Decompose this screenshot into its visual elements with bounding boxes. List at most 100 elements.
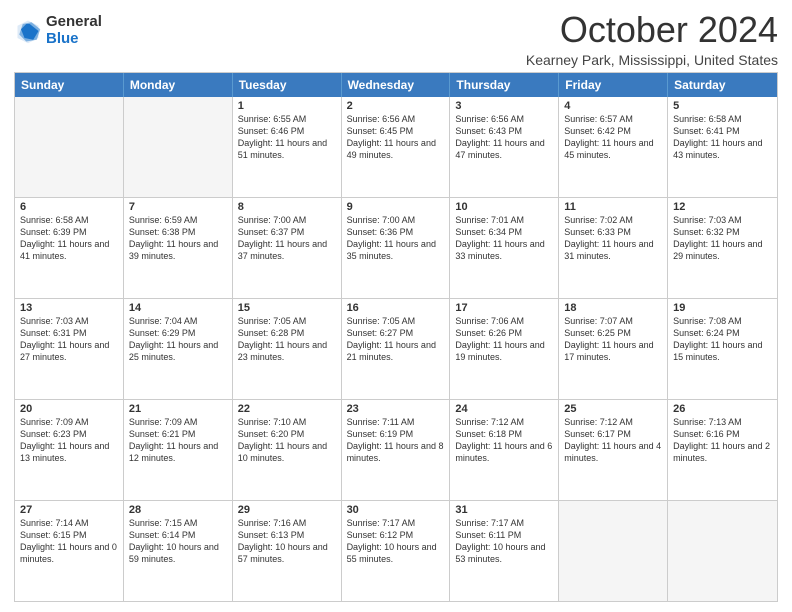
calendar-cell-1-3: 9Sunrise: 7:00 AM Sunset: 6:36 PM Daylig… (342, 198, 451, 298)
logo-text: General Blue (46, 14, 102, 47)
cell-info: Sunrise: 7:12 AM Sunset: 6:17 PM Dayligh… (564, 416, 662, 465)
cell-info: Sunrise: 7:07 AM Sunset: 6:25 PM Dayligh… (564, 315, 662, 364)
calendar-cell-4-1: 28Sunrise: 7:15 AM Sunset: 6:14 PM Dayli… (124, 501, 233, 601)
day-number: 31 (455, 504, 553, 516)
cell-info: Sunrise: 7:09 AM Sunset: 6:23 PM Dayligh… (20, 416, 118, 465)
calendar-cell-2-4: 17Sunrise: 7:06 AM Sunset: 6:26 PM Dayli… (450, 299, 559, 399)
header-day-monday: Monday (124, 73, 233, 97)
day-number: 28 (129, 504, 227, 516)
day-number: 16 (347, 302, 445, 314)
cell-info: Sunrise: 6:55 AM Sunset: 6:46 PM Dayligh… (238, 113, 336, 162)
calendar-cell-3-1: 21Sunrise: 7:09 AM Sunset: 6:21 PM Dayli… (124, 400, 233, 500)
calendar-cell-0-5: 4Sunrise: 6:57 AM Sunset: 6:42 PM Daylig… (559, 97, 668, 197)
cell-info: Sunrise: 7:05 AM Sunset: 6:28 PM Dayligh… (238, 315, 336, 364)
day-number: 5 (673, 100, 772, 112)
page: General Blue October 2024 Kearney Park, … (0, 0, 792, 612)
day-number: 25 (564, 403, 662, 415)
day-number: 21 (129, 403, 227, 415)
day-number: 3 (455, 100, 553, 112)
calendar-cell-4-6 (668, 501, 777, 601)
calendar-row-0: 1Sunrise: 6:55 AM Sunset: 6:46 PM Daylig… (15, 97, 777, 198)
logo-general-text: General (46, 14, 102, 31)
calendar-cell-1-2: 8Sunrise: 7:00 AM Sunset: 6:37 PM Daylig… (233, 198, 342, 298)
header-day-sunday: Sunday (15, 73, 124, 97)
day-number: 13 (20, 302, 118, 314)
cell-info: Sunrise: 7:08 AM Sunset: 6:24 PM Dayligh… (673, 315, 772, 364)
cell-info: Sunrise: 6:58 AM Sunset: 6:39 PM Dayligh… (20, 214, 118, 263)
header-day-wednesday: Wednesday (342, 73, 451, 97)
day-number: 1 (238, 100, 336, 112)
calendar-cell-3-6: 26Sunrise: 7:13 AM Sunset: 6:16 PM Dayli… (668, 400, 777, 500)
day-number: 26 (673, 403, 772, 415)
calendar-cell-1-6: 12Sunrise: 7:03 AM Sunset: 6:32 PM Dayli… (668, 198, 777, 298)
calendar: SundayMondayTuesdayWednesdayThursdayFrid… (14, 72, 778, 602)
calendar-body: 1Sunrise: 6:55 AM Sunset: 6:46 PM Daylig… (15, 97, 777, 601)
cell-info: Sunrise: 6:56 AM Sunset: 6:45 PM Dayligh… (347, 113, 445, 162)
calendar-row-4: 27Sunrise: 7:14 AM Sunset: 6:15 PM Dayli… (15, 501, 777, 601)
calendar-cell-4-0: 27Sunrise: 7:14 AM Sunset: 6:15 PM Dayli… (15, 501, 124, 601)
month-title: October 2024 (526, 10, 778, 50)
logo-blue-text: Blue (46, 31, 102, 48)
cell-info: Sunrise: 7:14 AM Sunset: 6:15 PM Dayligh… (20, 517, 118, 566)
calendar-row-2: 13Sunrise: 7:03 AM Sunset: 6:31 PM Dayli… (15, 299, 777, 400)
header-day-saturday: Saturday (668, 73, 777, 97)
calendar-cell-2-3: 16Sunrise: 7:05 AM Sunset: 6:27 PM Dayli… (342, 299, 451, 399)
calendar-cell-2-2: 15Sunrise: 7:05 AM Sunset: 6:28 PM Dayli… (233, 299, 342, 399)
calendar-cell-0-3: 2Sunrise: 6:56 AM Sunset: 6:45 PM Daylig… (342, 97, 451, 197)
calendar-cell-2-0: 13Sunrise: 7:03 AM Sunset: 6:31 PM Dayli… (15, 299, 124, 399)
day-number: 6 (20, 201, 118, 213)
day-number: 15 (238, 302, 336, 314)
day-number: 19 (673, 302, 772, 314)
calendar-cell-2-6: 19Sunrise: 7:08 AM Sunset: 6:24 PM Dayli… (668, 299, 777, 399)
cell-info: Sunrise: 6:58 AM Sunset: 6:41 PM Dayligh… (673, 113, 772, 162)
calendar-row-3: 20Sunrise: 7:09 AM Sunset: 6:23 PM Dayli… (15, 400, 777, 501)
calendar-cell-4-4: 31Sunrise: 7:17 AM Sunset: 6:11 PM Dayli… (450, 501, 559, 601)
cell-info: Sunrise: 7:05 AM Sunset: 6:27 PM Dayligh… (347, 315, 445, 364)
header-day-tuesday: Tuesday (233, 73, 342, 97)
cell-info: Sunrise: 7:17 AM Sunset: 6:12 PM Dayligh… (347, 517, 445, 566)
calendar-cell-1-4: 10Sunrise: 7:01 AM Sunset: 6:34 PM Dayli… (450, 198, 559, 298)
day-number: 10 (455, 201, 553, 213)
calendar-row-1: 6Sunrise: 6:58 AM Sunset: 6:39 PM Daylig… (15, 198, 777, 299)
cell-info: Sunrise: 7:11 AM Sunset: 6:19 PM Dayligh… (347, 416, 445, 465)
day-number: 20 (20, 403, 118, 415)
calendar-cell-4-3: 30Sunrise: 7:17 AM Sunset: 6:12 PM Dayli… (342, 501, 451, 601)
calendar-cell-2-1: 14Sunrise: 7:04 AM Sunset: 6:29 PM Dayli… (124, 299, 233, 399)
day-number: 18 (564, 302, 662, 314)
calendar-cell-3-3: 23Sunrise: 7:11 AM Sunset: 6:19 PM Dayli… (342, 400, 451, 500)
day-number: 9 (347, 201, 445, 213)
day-number: 17 (455, 302, 553, 314)
cell-info: Sunrise: 7:17 AM Sunset: 6:11 PM Dayligh… (455, 517, 553, 566)
title-block: October 2024 Kearney Park, Mississippi, … (526, 10, 778, 68)
cell-info: Sunrise: 6:56 AM Sunset: 6:43 PM Dayligh… (455, 113, 553, 162)
calendar-cell-0-2: 1Sunrise: 6:55 AM Sunset: 6:46 PM Daylig… (233, 97, 342, 197)
calendar-cell-0-0 (15, 97, 124, 197)
cell-info: Sunrise: 6:57 AM Sunset: 6:42 PM Dayligh… (564, 113, 662, 162)
cell-info: Sunrise: 7:00 AM Sunset: 6:36 PM Dayligh… (347, 214, 445, 263)
cell-info: Sunrise: 7:12 AM Sunset: 6:18 PM Dayligh… (455, 416, 553, 465)
day-number: 7 (129, 201, 227, 213)
cell-info: Sunrise: 7:03 AM Sunset: 6:31 PM Dayligh… (20, 315, 118, 364)
calendar-cell-0-6: 5Sunrise: 6:58 AM Sunset: 6:41 PM Daylig… (668, 97, 777, 197)
cell-info: Sunrise: 7:10 AM Sunset: 6:20 PM Dayligh… (238, 416, 336, 465)
calendar-cell-2-5: 18Sunrise: 7:07 AM Sunset: 6:25 PM Dayli… (559, 299, 668, 399)
day-number: 8 (238, 201, 336, 213)
calendar-cell-1-1: 7Sunrise: 6:59 AM Sunset: 6:38 PM Daylig… (124, 198, 233, 298)
calendar-cell-3-0: 20Sunrise: 7:09 AM Sunset: 6:23 PM Dayli… (15, 400, 124, 500)
calendar-cell-3-4: 24Sunrise: 7:12 AM Sunset: 6:18 PM Dayli… (450, 400, 559, 500)
day-number: 27 (20, 504, 118, 516)
calendar-cell-4-5 (559, 501, 668, 601)
cell-info: Sunrise: 7:00 AM Sunset: 6:37 PM Dayligh… (238, 214, 336, 263)
calendar-cell-3-2: 22Sunrise: 7:10 AM Sunset: 6:20 PM Dayli… (233, 400, 342, 500)
calendar-cell-0-1 (124, 97, 233, 197)
day-number: 22 (238, 403, 336, 415)
calendar-cell-1-0: 6Sunrise: 6:58 AM Sunset: 6:39 PM Daylig… (15, 198, 124, 298)
header-day-friday: Friday (559, 73, 668, 97)
day-number: 24 (455, 403, 553, 415)
cell-info: Sunrise: 7:06 AM Sunset: 6:26 PM Dayligh… (455, 315, 553, 364)
calendar-cell-1-5: 11Sunrise: 7:02 AM Sunset: 6:33 PM Dayli… (559, 198, 668, 298)
location: Kearney Park, Mississippi, United States (526, 52, 778, 68)
cell-info: Sunrise: 7:09 AM Sunset: 6:21 PM Dayligh… (129, 416, 227, 465)
day-number: 14 (129, 302, 227, 314)
day-number: 23 (347, 403, 445, 415)
